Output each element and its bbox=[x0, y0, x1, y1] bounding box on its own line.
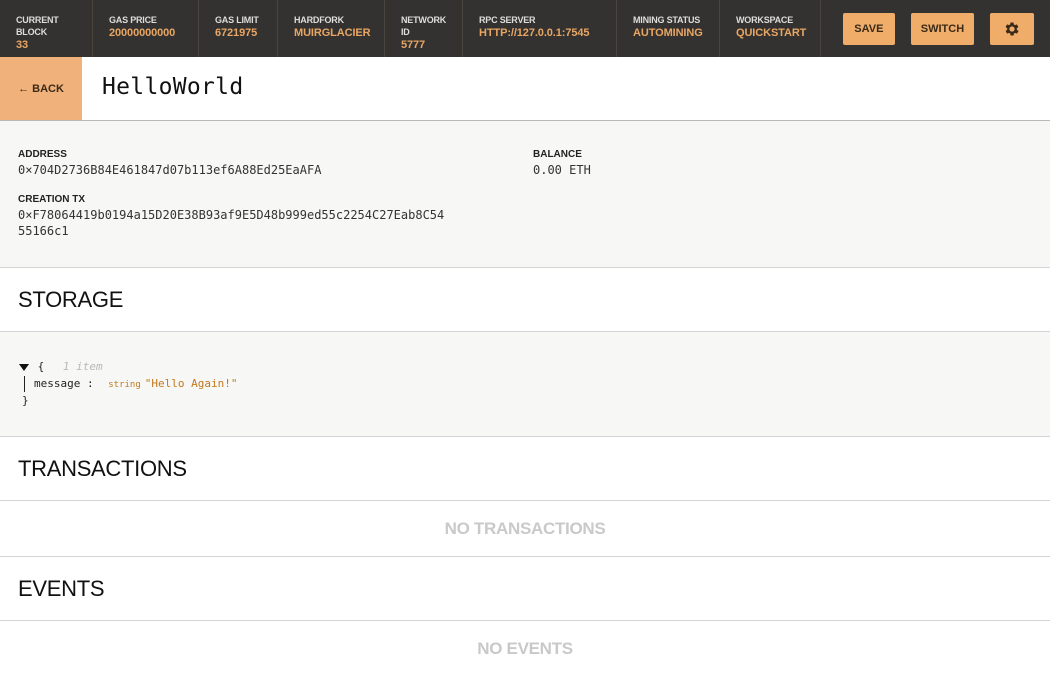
stat-rpc-server: RPC SERVER HTTP://127.0.0.1:7545 bbox=[463, 0, 617, 57]
creation-tx-label: CREATION TX bbox=[18, 194, 86, 205]
creation-tx-value-cont: 55166c1 bbox=[18, 224, 69, 238]
stat-value: 6721975 bbox=[215, 27, 258, 39]
stat-label: GAS PRICE bbox=[109, 15, 157, 25]
toolbar-actions: SAVE SWITCH bbox=[820, 0, 1050, 57]
balance-label: BALANCE bbox=[533, 149, 582, 160]
stat-network-id: NETWORK ID 5777 bbox=[385, 0, 463, 57]
transactions-empty-state: NO TRANSACTIONS bbox=[0, 501, 1050, 557]
stat-value: 33 bbox=[16, 39, 29, 51]
back-button[interactable]: ← BACK bbox=[0, 57, 82, 120]
stat-value: 5777 bbox=[401, 39, 426, 51]
key-separator: : bbox=[86, 377, 94, 390]
status-bar: CURRENT BLOCK 33 GAS PRICE 20000000000 G… bbox=[0, 0, 1050, 57]
item-count: 1 item bbox=[62, 360, 103, 373]
stat-workspace: WORKSPACE QUICKSTART bbox=[720, 0, 820, 57]
stat-label: GAS LIMIT bbox=[215, 15, 259, 25]
stat-gas-price: GAS PRICE 20000000000 bbox=[93, 0, 199, 57]
stat-mining-status: MINING STATUS AUTOMINING bbox=[617, 0, 720, 57]
tree-entry-row: message : string "Hello Again!" bbox=[34, 377, 237, 392]
storage-value: "Hello Again!" bbox=[144, 377, 238, 390]
value-type: string bbox=[108, 380, 141, 390]
storage-tree: { 1 item message : string "Hello Again!" … bbox=[0, 332, 1050, 437]
open-brace: { bbox=[37, 360, 45, 373]
gear-icon bbox=[1005, 21, 1019, 36]
stat-label: NETWORK ID bbox=[401, 15, 447, 37]
transactions-title: TRANSACTIONS bbox=[18, 456, 187, 481]
save-button[interactable]: SAVE bbox=[843, 12, 895, 45]
stat-label: CURRENT BLOCK bbox=[16, 15, 59, 37]
page-title: HelloWorld bbox=[102, 74, 244, 100]
storage-section-header: STORAGE bbox=[0, 268, 1050, 332]
contract-header: ← BACK HelloWorld bbox=[0, 57, 1050, 121]
storage-key: message bbox=[34, 377, 81, 390]
stat-current-block: CURRENT BLOCK 33 bbox=[0, 0, 93, 57]
stat-label: HARDFORK bbox=[294, 15, 344, 25]
tree-root-row[interactable]: { 1 item bbox=[19, 360, 103, 374]
stat-gas-limit: GAS LIMIT 6721975 bbox=[199, 0, 278, 57]
settings-button[interactable] bbox=[990, 12, 1034, 45]
stat-label: WORKSPACE bbox=[736, 15, 794, 25]
events-title: EVENTS bbox=[18, 576, 105, 601]
stat-value: QUICKSTART bbox=[736, 27, 807, 39]
stat-value: AUTOMINING bbox=[633, 27, 703, 39]
events-empty-state: NO EVENTS bbox=[0, 621, 1050, 677]
stat-value: 20000000000 bbox=[109, 27, 176, 39]
creation-tx-value: 0×F78064419b0194a15D20E38B93af9E5D48b999… bbox=[18, 208, 445, 222]
storage-title: STORAGE bbox=[18, 287, 124, 312]
stat-value: MUIRGLACIER bbox=[294, 27, 371, 39]
caret-down-icon[interactable] bbox=[19, 363, 29, 371]
stat-label: RPC SERVER bbox=[479, 15, 536, 25]
stat-label: MINING STATUS bbox=[633, 15, 701, 25]
close-brace: } bbox=[22, 394, 29, 407]
events-section-header: EVENTS bbox=[0, 557, 1050, 621]
tree-guide-line bbox=[24, 376, 25, 392]
address-value: 0×704D2736B84E461847d07b113ef6A88Ed25EaA… bbox=[18, 163, 322, 177]
address-label: ADDRESS bbox=[18, 149, 67, 160]
contract-info: ADDRESS 0×704D2736B84E461847d07b113ef6A8… bbox=[0, 121, 1050, 268]
balance-value: 0.00 ETH bbox=[533, 163, 591, 177]
stat-hardfork: HARDFORK MUIRGLACIER bbox=[278, 0, 385, 57]
switch-button[interactable]: SWITCH bbox=[910, 12, 975, 45]
stat-value: HTTP://127.0.0.1:7545 bbox=[479, 27, 590, 39]
transactions-section-header: TRANSACTIONS bbox=[0, 437, 1050, 501]
